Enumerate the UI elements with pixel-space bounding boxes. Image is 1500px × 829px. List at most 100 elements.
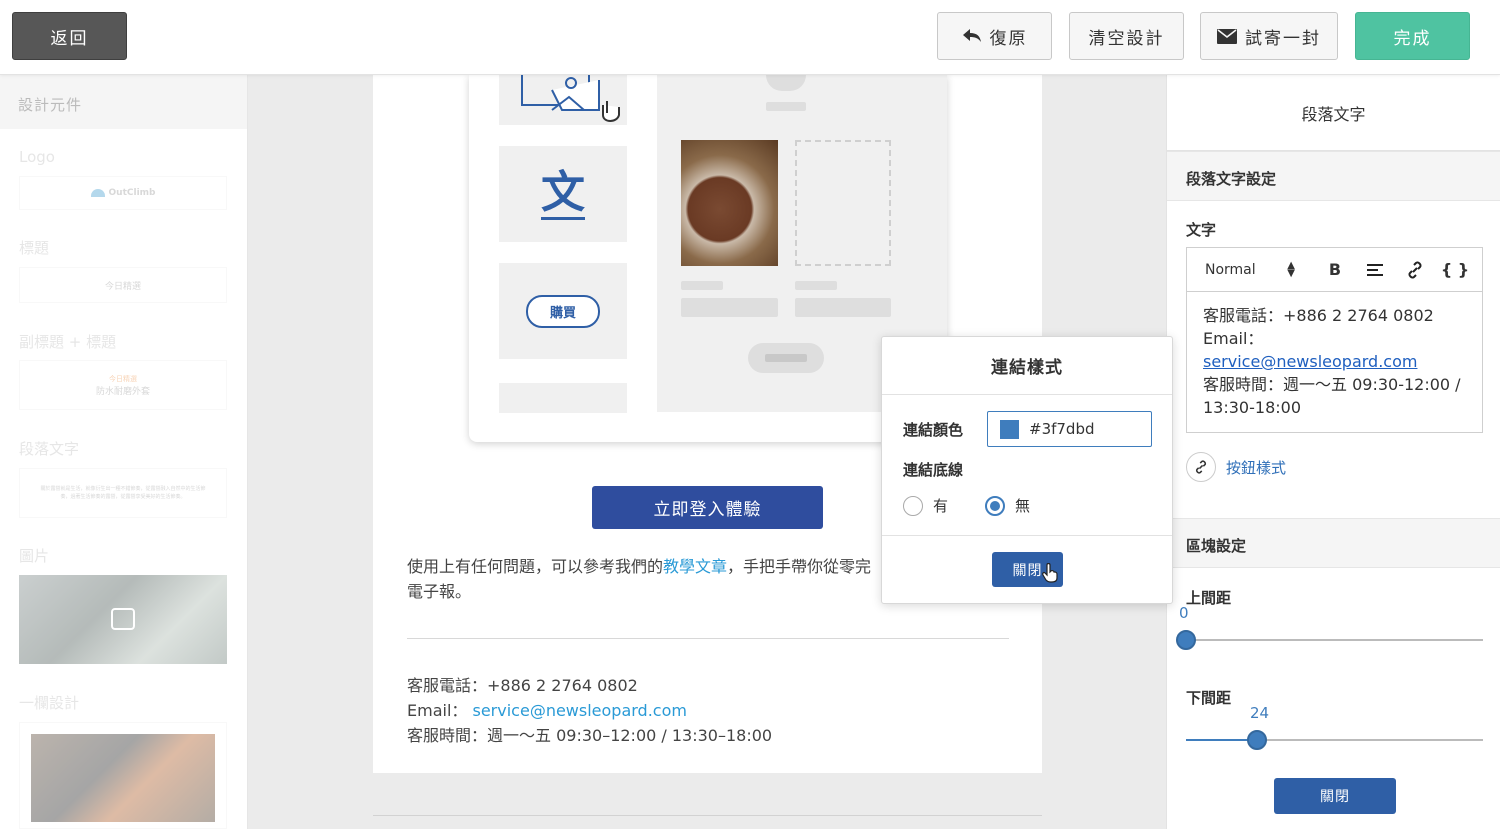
underline-yes-radio[interactable]: 有 [903, 495, 948, 516]
button-style-link[interactable]: 按鈕樣式 [1186, 452, 1286, 482]
radio-label-no: 無 [1015, 497, 1031, 515]
image-icon [111, 608, 135, 630]
rich-text-editor[interactable]: Normal ▲ ▼ B { } 客服電話：+886 2 2764 0802 Em… [1186, 247, 1483, 433]
editor-hours-cont: 13:30-18:00 [1203, 398, 1301, 417]
undo-button[interactable]: 復原 [937, 12, 1052, 60]
help-text: 使用上有任何問題，可以參考我們的 [407, 557, 664, 576]
section-one-column-label: 一欄設計 [19, 694, 80, 712]
contact-hours: 客服時間：週一～五 09:30–12:00 / 13:30–18:00 [407, 726, 773, 745]
editor-hours: 客服時間：週一～五 09:30-12:00 / [1203, 375, 1461, 394]
popup-close-label: 關閉 [1012, 562, 1043, 579]
align-button[interactable] [1355, 263, 1395, 277]
bottom-padding-value: 24 [1250, 704, 1270, 722]
help-paragraph-line2: 電子報。 [407, 579, 471, 604]
radio-label-yes: 有 [933, 497, 949, 515]
done-label: 完成 [1393, 28, 1432, 49]
link-color-input[interactable]: #3f7dbd [987, 411, 1152, 447]
top-padding-label: 上間距 [1186, 589, 1232, 607]
mock-line [681, 281, 723, 290]
mock-line [766, 102, 806, 111]
block-settings-header: 區塊設定 [1167, 518, 1500, 568]
bold-button[interactable]: B [1315, 260, 1355, 279]
underline-no-radio[interactable]: 無 [985, 495, 1030, 516]
updown-chevron-icon: ▲ ▼ [1287, 259, 1295, 279]
top-padding-knob[interactable] [1176, 630, 1196, 650]
editor-content[interactable]: 客服電話：+886 2 2764 0802 Email： service@new… [1187, 292, 1482, 431]
contact-phone: 客服電話：+886 2 2764 0802 [407, 676, 638, 695]
contact-email-link[interactable]: service@newsleopard.com [473, 701, 687, 720]
bottom-padding-label: 下間距 [1186, 689, 1232, 707]
help-paragraph[interactable]: 使用上有任何問題，可以參考我們的教學文章，手把手帶你從零完 [407, 554, 887, 579]
sidebar-header: 設計元件 [0, 75, 247, 129]
divider [407, 638, 1009, 639]
radio-circle[interactable] [903, 495, 923, 516]
cta-label: 立即登入體驗 [653, 500, 762, 520]
one-column-element-card[interactable] [19, 722, 227, 829]
title-element-card[interactable]: 今日精選 [19, 267, 227, 303]
undo-label: 復原 [989, 28, 1028, 49]
tutorial-link[interactable]: 教學文章 [663, 557, 727, 576]
editor-email-label: Email： [1203, 329, 1264, 348]
help-text-end: 電子報。 [407, 582, 472, 601]
top-padding-slider[interactable] [1176, 630, 1483, 650]
popup-divider [882, 535, 1172, 536]
mock-line [681, 298, 778, 317]
color-swatch[interactable] [1000, 419, 1019, 439]
link-button[interactable] [1395, 261, 1435, 279]
mock-image-block [499, 75, 627, 125]
panel-close-label: 關閉 [1320, 789, 1350, 805]
section-subtitle-label: 副標題 + 標題 [19, 333, 117, 351]
bottom-padding-knob[interactable] [1247, 730, 1267, 750]
code-braces-icon: { } [1440, 260, 1470, 279]
link-style-popup: 連結樣式 連結顏色 #3f7dbd 連結底線 有 無 關閉 [881, 336, 1173, 604]
editor-email-link[interactable]: service@newsleopard.com [1203, 350, 1466, 373]
subtitle-preview: 防水耐磨外套 [95, 386, 150, 397]
link-color-value: #3f7dbd [1029, 420, 1095, 438]
editor-phone: 客服電話：+886 2 2764 0802 [1203, 306, 1434, 325]
subtitle-preview-top: 今日精選 [109, 374, 137, 383]
top-toolbar: 返回 復原 清空設計 試寄一封 完成 [0, 0, 1500, 75]
title-preview: 今日精選 [104, 281, 141, 292]
clear-design-button[interactable]: 清空設計 [1069, 12, 1184, 60]
top-padding-value: 0 [1179, 604, 1189, 622]
design-elements-sidebar: 設計元件 Logo OutClimb 標題 今日精選 副標題 + 標題 今日精選… [0, 75, 248, 829]
back-button-label: 返回 [50, 28, 89, 49]
button-style-label: 按鈕樣式 [1226, 458, 1287, 477]
popup-title: 連結樣式 [882, 337, 1172, 395]
code-button[interactable]: { } [1435, 260, 1475, 279]
done-button[interactable]: 完成 [1355, 12, 1470, 60]
section-logo-label: Logo [19, 148, 55, 166]
mock-cake-photo [681, 140, 778, 266]
logo-icon [90, 189, 105, 197]
subtitle-element-card[interactable]: 今日精選 防水耐磨外套 [19, 360, 227, 410]
mock-pill-button [748, 343, 824, 373]
paragraph-element-card[interactable]: 關於露營就是生活，就像衍生出一種不錯節奏，從露營融入自然中的生活節奏，過著生活節… [19, 468, 227, 518]
format-select[interactable]: Normal ▲ ▼ [1205, 259, 1295, 279]
canvas-bottom-divider [373, 815, 1042, 816]
undo-icon [962, 28, 982, 44]
contact-email-label: Email： [407, 701, 468, 720]
paragraph-preview: 關於露營就是生活，就像衍生出一種不錯節奏，從露營融入自然中的生活節奏，過著生活節… [40, 486, 206, 500]
section-image-label: 圖片 [19, 547, 50, 565]
align-left-icon [1367, 263, 1383, 276]
image-element-card[interactable] [19, 575, 227, 664]
logo-element-card[interactable]: OutClimb [19, 176, 227, 210]
test-send-button[interactable]: 試寄一封 [1200, 12, 1338, 60]
contact-paragraph[interactable]: 客服電話：+886 2 2764 0802 Email： service@new… [407, 673, 772, 748]
login-cta-button[interactable]: 立即登入體驗 [592, 486, 823, 529]
link-color-label: 連結顏色 [903, 421, 964, 439]
help-text-cont: ，手把手帶你從零完 [727, 557, 872, 576]
format-select-value: Normal [1205, 261, 1256, 278]
test-send-label: 試寄一封 [1245, 28, 1321, 49]
back-button[interactable]: 返回 [12, 12, 127, 60]
bottom-padding-slider[interactable] [1186, 730, 1483, 750]
panel-close-button[interactable]: 關閉 [1274, 778, 1396, 814]
clear-design-label: 清空設計 [1088, 28, 1165, 49]
section-title-label: 標題 [19, 239, 50, 257]
panel-title: 段落文字 [1167, 75, 1500, 151]
template-illustration: 文 購買 [469, 75, 947, 442]
properties-panel: 段落文字 段落文字設定 文字 Normal ▲ ▼ B { } 客服電話：+886… [1166, 75, 1500, 829]
bold-icon: B [1328, 260, 1342, 279]
mock-buy-button: 購買 [525, 294, 600, 328]
radio-circle-selected[interactable] [985, 495, 1005, 516]
